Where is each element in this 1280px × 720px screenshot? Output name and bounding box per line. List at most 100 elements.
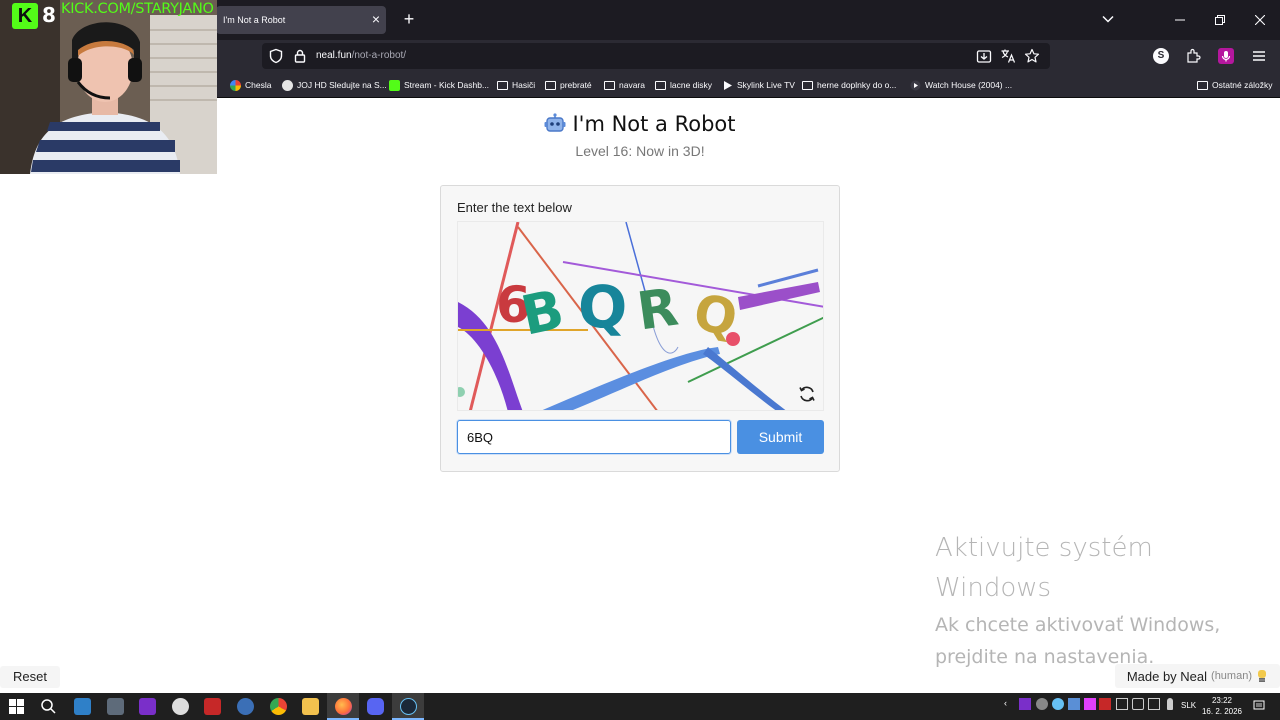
bookmark-item[interactable]: herne doplnky do o... [802, 78, 896, 92]
bookmark-star-icon[interactable] [1024, 48, 1040, 64]
bookmark-item[interactable]: Skylink Live TV [722, 78, 795, 92]
bookmark-label: herne doplnky do o... [817, 80, 897, 90]
bookmark-label: Skylink Live TV [737, 80, 795, 90]
tray-voicemeeter-icon[interactable] [1099, 698, 1111, 710]
settings-gear-icon[interactable] [172, 698, 189, 715]
tray-monitor-icon[interactable] [1148, 698, 1160, 710]
bookmark-label: Watch House (2004) ... [925, 80, 1013, 90]
bookmark-label: lacne disky [670, 80, 713, 90]
bookmark-label: Chesla [245, 80, 272, 90]
play-circle-icon [910, 80, 921, 90]
folder-explorer-icon[interactable] [302, 698, 319, 715]
steam-icon [400, 698, 417, 715]
url-domain: neal.fun [316, 50, 352, 61]
discord-icon[interactable] [367, 698, 384, 715]
account-s-icon[interactable]: S [1153, 48, 1169, 64]
bookmark-item[interactable]: Chesla [230, 78, 271, 92]
refresh-captcha-icon[interactable] [797, 384, 817, 404]
other-bookmarks-label: Ostatné záložky [1212, 80, 1273, 90]
search-icon[interactable] [40, 698, 57, 715]
xsplit-icon[interactable] [139, 698, 156, 715]
svg-text:Q: Q [578, 273, 627, 341]
language-indicator[interactable]: SLK [1181, 701, 1196, 710]
clock-time: 23:22 [1211, 696, 1233, 705]
viewer-count: 8 [42, 3, 56, 27]
bookmark-label: navara [619, 80, 645, 90]
system-clock[interactable]: 23:22 16. 2. 2026 [1196, 695, 1248, 717]
tab-list-chevron-icon[interactable] [1098, 10, 1118, 30]
extensions-icon[interactable] [1185, 48, 1201, 64]
watermark-line-3: Ak chcete aktivovať Windows, [935, 614, 1221, 636]
page-title-wrapper: I'm Not a Robot [544, 112, 736, 136]
windows-taskbar: ‹ SLK 23:22 16. 2. 2026 [0, 693, 1280, 720]
page-content: I'm Not a Robot Level 16: Now in 3D! Ent… [0, 98, 1280, 693]
url-path: /not-a-robot/ [351, 50, 407, 61]
tray-xsplit-icon[interactable] [1019, 698, 1031, 710]
watermark-line-1: Aktivujte systém [935, 533, 1153, 563]
lock-icon[interactable] [292, 48, 308, 64]
made-by-text: Made by Neal [1126, 668, 1208, 684]
bookmark-item[interactable]: JOJ HD Sledujte na S... [282, 78, 387, 92]
tray-display-icon[interactable] [1116, 698, 1128, 710]
bookmark-label: Stream - Kick Dashb... [404, 80, 490, 90]
chrome-icon[interactable] [270, 698, 287, 715]
folder-icon [1197, 80, 1208, 90]
tray-headset-icon[interactable] [1036, 698, 1048, 710]
close-window-icon[interactable] [1250, 10, 1270, 30]
page-title: I'm Not a Robot [572, 112, 736, 136]
file-manager-icon[interactable] [107, 698, 124, 715]
reset-button[interactable]: Reset [0, 666, 60, 688]
tab-title: I'm Not a Robot [223, 15, 286, 25]
firefox-icon [335, 698, 352, 715]
folder-icon [802, 80, 813, 90]
tray-app-icon-2[interactable] [1084, 698, 1096, 710]
tray-chevron-icon[interactable]: ‹ [1004, 698, 1016, 710]
clock-date: 16. 2. 2026 [1201, 707, 1243, 716]
tray-steam-icon[interactable] [1052, 698, 1064, 710]
task-view-icon[interactable] [74, 698, 91, 715]
minimize-icon[interactable] [1170, 10, 1190, 30]
bookmark-item[interactable]: Watch House (2004) ... [910, 78, 1012, 92]
channel-url: KICK.COM/STARYJANO [61, 1, 214, 17]
joj-icon [282, 79, 293, 91]
google-icon [230, 79, 241, 91]
lightbulb-icon [1258, 670, 1266, 682]
captcha-3d-scene: 6 B Q R Q [458, 222, 823, 410]
url-text[interactable]: neal.fun/not-a-robot/ [316, 50, 406, 61]
tab-active[interactable]: I'm Not a Robot × [216, 6, 386, 34]
kick-logo-icon: K [12, 3, 38, 29]
bookmark-label: prebraté [560, 80, 592, 90]
bookmark-item[interactable]: lacne disky [655, 78, 712, 92]
tray-app-icon[interactable] [1068, 698, 1080, 710]
notification-icon[interactable] [1253, 700, 1265, 712]
globe-app-icon[interactable] [237, 698, 254, 715]
download-page-icon[interactable] [976, 48, 992, 64]
watermark-line-2: Windows [935, 573, 1052, 603]
windows-start-icon[interactable] [8, 698, 25, 715]
svg-text:R: R [634, 278, 682, 343]
new-tab-icon[interactable]: + [400, 10, 418, 28]
bookmark-item[interactable]: Hasiči [497, 78, 535, 92]
shield-icon[interactable] [268, 48, 284, 64]
address-bar[interactable]: neal.fun/not-a-robot/ [262, 43, 1050, 69]
close-tab-icon[interactable]: × [372, 12, 380, 26]
bookmark-label: JOJ HD Sledujte na S... [297, 80, 387, 90]
voicemeeter-icon[interactable] [204, 698, 221, 715]
bookmark-item[interactable]: Stream - Kick Dashb... [389, 78, 489, 92]
folder-icon [655, 80, 666, 90]
bookmark-item[interactable]: prebraté [545, 78, 592, 92]
captcha-prompt: Enter the text below [457, 200, 572, 215]
microphone-extension-icon[interactable] [1218, 48, 1234, 64]
captcha-answer-input[interactable] [457, 420, 731, 454]
restore-icon[interactable] [1210, 10, 1230, 30]
translate-icon[interactable] [1000, 48, 1016, 64]
tray-network-icon[interactable] [1132, 698, 1144, 710]
submit-button[interactable]: Submit [737, 420, 824, 454]
folder-icon [497, 80, 508, 90]
other-bookmarks[interactable]: Ostatné záložky [1197, 78, 1272, 92]
tray-microphone-icon[interactable] [1167, 698, 1173, 710]
captcha-card: Enter the text below 6 B Q R Q 6BQ Submi… [440, 185, 840, 472]
menu-hamburger-icon[interactable] [1251, 48, 1267, 64]
made-by-link[interactable]: Made by Neal (human) [1114, 664, 1280, 688]
bookmark-item[interactable]: navara [604, 78, 645, 92]
